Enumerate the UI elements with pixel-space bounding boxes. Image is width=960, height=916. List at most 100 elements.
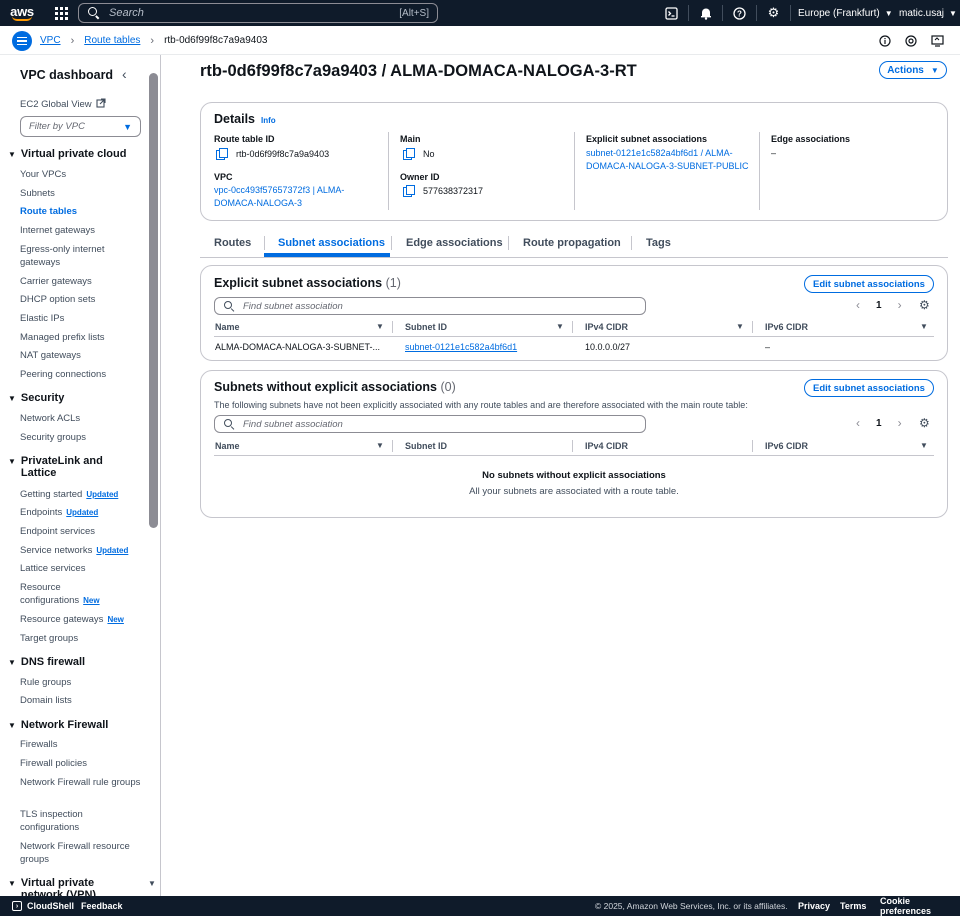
- sidebar-section-security[interactable]: ▼ Security: [8, 392, 64, 404]
- find-subnet-association-filter[interactable]: [214, 415, 646, 433]
- cookie-preferences-link[interactable]: Cookie preferences: [880, 896, 960, 916]
- actions-button[interactable]: Actions ▼: [879, 61, 947, 79]
- filter-by-vpc-select[interactable]: Filter by VPC ▼: [20, 116, 141, 137]
- sort-caret-icon[interactable]: ▼: [920, 322, 928, 331]
- column-header-subnet-id[interactable]: Subnet ID: [405, 322, 447, 332]
- column-header-name[interactable]: Name: [215, 322, 240, 332]
- sidebar-item-target-groups[interactable]: Target groups: [20, 632, 142, 645]
- sidebar-item-egress-only-gateways[interactable]: Egress-only internet gateways: [20, 243, 142, 269]
- page-number[interactable]: 1: [876, 300, 882, 311]
- column-header-subnet-id[interactable]: Subnet ID: [405, 441, 447, 451]
- breadcrumb-route-tables[interactable]: Route tables: [84, 35, 140, 46]
- notifications-bell-icon[interactable]: [689, 0, 722, 26]
- search-input[interactable]: [109, 7, 400, 19]
- info-link[interactable]: Info: [261, 116, 276, 125]
- sidebar-item-carrier-gateways[interactable]: Carrier gateways: [20, 275, 142, 288]
- sidebar-item-tls-inspection[interactable]: TLS inspection configurations: [20, 808, 142, 834]
- sidebar-section-privatelink[interactable]: ▼ PrivateLink and Lattice: [8, 455, 118, 479]
- copy-icon[interactable]: [403, 148, 415, 160]
- sidebar-item-endpoints[interactable]: Endpoints Updated: [20, 506, 142, 519]
- ec2-global-view-link[interactable]: EC2 Global View: [20, 98, 106, 110]
- hamburger-menu-icon[interactable]: [12, 31, 32, 51]
- tab-edge-associations[interactable]: Edge associations: [406, 237, 503, 249]
- column-header-ipv6-cidr[interactable]: IPv6 CIDR: [765, 322, 808, 332]
- cloudshell-icon[interactable]: [655, 0, 688, 26]
- breadcrumb-vpc[interactable]: VPC: [40, 35, 61, 46]
- services-grid-icon[interactable]: [49, 0, 73, 26]
- chevron-left-icon[interactable]: ‹: [856, 298, 860, 312]
- region-selector[interactable]: Europe (Frankfurt) ▼: [798, 0, 893, 26]
- tab-route-propagation[interactable]: Route propagation: [523, 237, 621, 249]
- sidebar-item-resource-gateways[interactable]: Resource gateways New: [20, 613, 142, 626]
- privacy-link[interactable]: Privacy: [798, 901, 830, 911]
- sort-caret-icon[interactable]: ▼: [736, 322, 744, 331]
- sidebar-item-firewalls[interactable]: Firewalls: [20, 738, 142, 751]
- chevron-right-icon[interactable]: ›: [898, 298, 902, 312]
- sidebar-scrollbar[interactable]: [149, 73, 158, 528]
- sidebar-item-dhcp-option-sets[interactable]: DHCP option sets: [20, 293, 142, 306]
- sidebar-item-internet-gateways[interactable]: Internet gateways: [20, 224, 142, 237]
- vpc-link[interactable]: vpc-0cc493f57657372f3 | ALMA- DOMACA-NALO…: [214, 184, 344, 210]
- sidebar-item-resource-configurations[interactable]: Resource configurations New: [20, 581, 110, 607]
- display-settings-icon[interactable]: [930, 34, 944, 48]
- copy-icon[interactable]: [403, 185, 415, 197]
- find-subnet-association-input[interactable]: [243, 300, 637, 312]
- edit-subnet-associations-button[interactable]: Edit subnet associations: [804, 275, 934, 293]
- sidebar-section-dns-firewall[interactable]: ▼ DNS firewall: [8, 656, 85, 668]
- sidebar-item-domain-lists[interactable]: Domain lists: [20, 694, 142, 707]
- column-header-ipv4-cidr[interactable]: IPv4 CIDR: [585, 322, 628, 332]
- terms-link[interactable]: Terms: [840, 901, 866, 911]
- tab-subnet-associations[interactable]: Subnet associations: [278, 237, 385, 249]
- tab-tags[interactable]: Tags: [646, 237, 671, 249]
- page-number[interactable]: 1: [876, 418, 882, 429]
- sidebar-item-nf-resource-groups[interactable]: Network Firewall resource groups: [20, 840, 142, 866]
- edit-subnet-associations-button[interactable]: Edit subnet associations: [804, 379, 934, 397]
- find-subnet-association-filter[interactable]: [214, 297, 646, 315]
- sidebar-item-rule-groups[interactable]: Rule groups: [20, 676, 142, 689]
- sidebar-item-managed-prefix-lists[interactable]: Managed prefix lists: [20, 331, 142, 344]
- security-shield-icon[interactable]: [904, 34, 918, 48]
- cloudshell-button[interactable]: › CloudShell: [12, 901, 74, 911]
- sidebar-section-vpc[interactable]: ▼ Virtual private cloud: [8, 148, 126, 160]
- sidebar-item-route-tables[interactable]: Route tables: [20, 205, 142, 218]
- sidebar-item-security-groups[interactable]: Security groups: [20, 431, 142, 444]
- account-menu[interactable]: matic.usaj ▼: [899, 0, 957, 26]
- column-header-ipv6-cidr[interactable]: IPv6 CIDR: [765, 441, 808, 451]
- sidebar-item-nf-rule-groups[interactable]: Network Firewall rule groups: [20, 776, 142, 789]
- sort-caret-icon[interactable]: ▼: [376, 441, 384, 450]
- global-search[interactable]: [Alt+S]: [78, 3, 438, 23]
- sidebar-item-service-networks[interactable]: Service networks Updated: [20, 544, 142, 557]
- sidebar-item-network-acls[interactable]: Network ACLs: [20, 412, 142, 425]
- sidebar-item-nat-gateways[interactable]: NAT gateways: [20, 349, 142, 362]
- sidebar-section-network-firewall[interactable]: ▼ Network Firewall: [8, 719, 108, 731]
- sidebar-item-getting-started[interactable]: Getting started Updated: [20, 488, 142, 501]
- sidebar-item-endpoint-services[interactable]: Endpoint services: [20, 525, 142, 538]
- sidebar-item-elastic-ips[interactable]: Elastic IPs: [20, 312, 142, 325]
- help-icon[interactable]: ?: [723, 0, 756, 26]
- column-header-name[interactable]: Name: [215, 441, 240, 451]
- sidebar-item-lattice-services[interactable]: Lattice services: [20, 562, 142, 575]
- subnet-link[interactable]: subnet-0121e1c582a4bf6d1: [405, 342, 517, 352]
- sidebar-item-subnets[interactable]: Subnets: [20, 187, 142, 200]
- explicit-association-link[interactable]: subnet-0121e1c582a4bf6d1 / ALMA- DOMACA-N…: [586, 147, 749, 173]
- sort-caret-icon[interactable]: ▼: [376, 322, 384, 331]
- sidebar-section-vpn[interactable]: ▼ Virtual private network (VPN): [8, 877, 118, 896]
- sort-caret-icon[interactable]: ▼: [920, 441, 928, 450]
- chevron-right-icon[interactable]: ›: [898, 416, 902, 430]
- table-preferences-gear-icon[interactable]: ⚙: [919, 416, 930, 430]
- table-preferences-gear-icon[interactable]: ⚙: [919, 298, 930, 312]
- sidebar-item-firewall-policies[interactable]: Firewall policies: [20, 757, 142, 770]
- sidebar-title[interactable]: VPC dashboard: [20, 68, 113, 82]
- column-header-ipv4-cidr[interactable]: IPv4 CIDR: [585, 441, 628, 451]
- sidebar-item-your-vpcs[interactable]: Your VPCs: [20, 168, 142, 181]
- copy-icon[interactable]: [216, 148, 228, 160]
- chevron-left-icon[interactable]: ‹: [856, 416, 860, 430]
- sidebar-item-peering-connections[interactable]: Peering connections: [20, 368, 142, 381]
- scroll-down-icon[interactable]: ▼: [148, 879, 156, 888]
- info-circle-icon[interactable]: [878, 34, 892, 48]
- find-subnet-association-input[interactable]: [243, 418, 637, 430]
- settings-gear-icon[interactable]: ⚙: [757, 0, 790, 26]
- sort-caret-icon[interactable]: ▼: [556, 322, 564, 331]
- aws-logo[interactable]: aws: [0, 0, 44, 26]
- collapse-sidebar-icon[interactable]: ‹: [122, 66, 127, 82]
